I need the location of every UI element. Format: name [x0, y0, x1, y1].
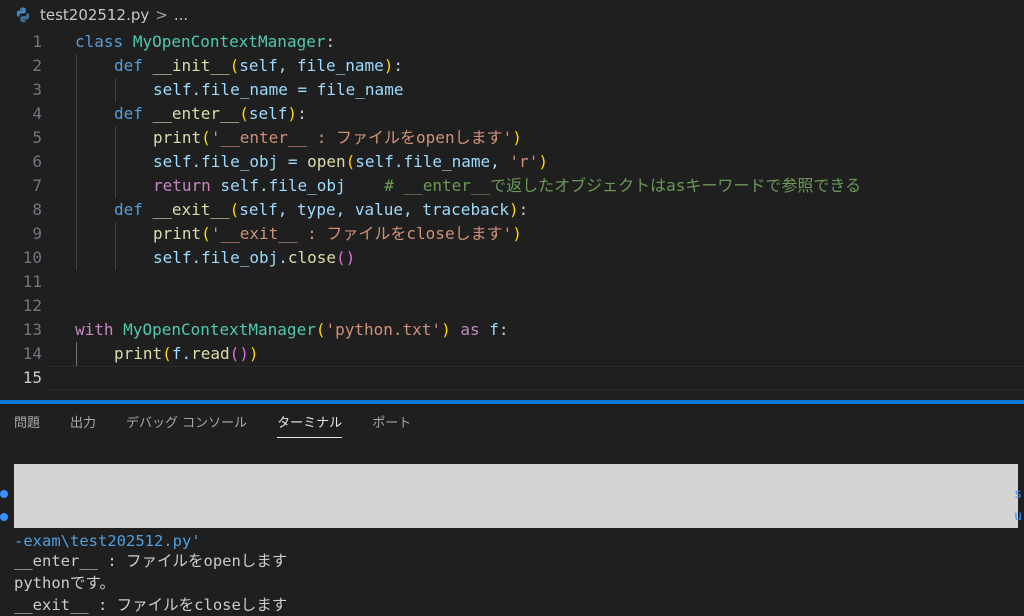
code-text: class MyOpenContextManager: [75, 32, 336, 51]
breadcrumb-file[interactable]: test202512.py [40, 6, 149, 24]
line-number: 5 [32, 128, 42, 147]
tab-output[interactable]: 出力 [70, 404, 96, 444]
line-number: 4 [32, 104, 42, 123]
code-line-14: 14 print(f.read()) [0, 342, 1024, 366]
line-number: 7 [32, 176, 42, 195]
indent-guide [76, 198, 77, 222]
code-line-9: 9 print('__exit__ : ファイルをcloseします') [0, 222, 1024, 246]
code-line-6: 6 self.file_obj = open(self.file_name, '… [0, 150, 1024, 174]
line-number: 1 [32, 32, 42, 51]
code-line-7: 7 return self.file_obj # __enter__で返したオブ… [0, 174, 1024, 198]
panel-tabs: 問題 出力 デバッグ コンソール ターミナル ポート [0, 404, 427, 444]
code-text: return self.file_obj # __enter__で返したオブジェ… [153, 176, 862, 195]
indent-guide [115, 222, 116, 246]
tab-terminal[interactable]: ターミナル [277, 404, 343, 444]
code-line-13: 13 with MyOpenContextManager('python.txt… [0, 318, 1024, 342]
indent-guide [76, 246, 77, 270]
chevron-right-icon: > [155, 6, 168, 24]
indent-guide [115, 150, 116, 174]
code-line-10: 10 self.file_obj.close() [0, 246, 1024, 270]
tab-debug-console[interactable]: デバッグ コンソール [126, 404, 247, 444]
code-text: print('__enter__ : ファイルをopenします') [153, 128, 522, 147]
code-text: self.file_name = file_name [153, 80, 404, 99]
breadcrumb: test202512.py > ... [0, 0, 1024, 30]
indent-guide [76, 342, 77, 366]
code-text: def __init__(self, file_name): [114, 56, 404, 75]
indent-guide [76, 54, 77, 78]
terminal-dot-icon [0, 513, 8, 521]
terminal-path-line: -exam\test202512.py' [14, 532, 201, 550]
code-text: print('__exit__ : ファイルをcloseします') [153, 224, 522, 243]
indent-guide [76, 126, 77, 150]
terminal-edge-char: s [1014, 487, 1022, 502]
line-number: 8 [32, 200, 42, 219]
redacted-region [14, 464, 1018, 528]
indent-guide [115, 126, 116, 150]
tab-ports[interactable]: ポート [372, 404, 411, 444]
indent-guide [76, 78, 77, 102]
code-line-15: 15 [0, 366, 1024, 390]
code-line-12: 12 [0, 294, 1024, 318]
line-number: 15 [22, 368, 42, 387]
terminal-dot-icon [0, 490, 8, 498]
code-line-4: 4 def __enter__(self): [0, 102, 1024, 126]
code-text: with MyOpenContextManager('python.txt') … [75, 320, 509, 339]
code-text: print(f.read()) [114, 344, 259, 363]
terminal-output-line: __exit__ : ファイルをcloseします [14, 596, 288, 614]
indent-guide [115, 174, 116, 198]
terminal[interactable]: s u -exam\test202512.py' __enter__ : ファイ… [0, 454, 1024, 616]
code-line-2: 2 def __init__(self, file_name): [0, 54, 1024, 78]
indent-guide [76, 222, 77, 246]
line-number: 11 [22, 272, 42, 291]
code-text: self.file_obj.close() [153, 248, 356, 267]
code-text: def __enter__(self): [114, 104, 307, 123]
code-line-8: 8 def __exit__(self, type, value, traceb… [0, 198, 1024, 222]
indent-guide [76, 102, 77, 126]
indent-guide [115, 246, 116, 270]
line-number: 12 [22, 296, 42, 315]
terminal-output-line: __enter__ : ファイルをopenします [14, 552, 288, 570]
line-number: 10 [22, 248, 42, 267]
line-number: 14 [22, 344, 42, 363]
code-line-1: 1 class MyOpenContextManager: [0, 30, 1024, 54]
current-line-highlight [48, 366, 1024, 390]
code-line-11: 11 [0, 270, 1024, 294]
indent-guide [76, 174, 77, 198]
code-text: def __exit__(self, type, value, tracebac… [114, 200, 529, 219]
tab-problems[interactable]: 問題 [14, 404, 40, 444]
line-number: 3 [32, 80, 42, 99]
terminal-output-line: pythonです。 [14, 574, 115, 592]
bottom-panel: 問題 出力 デバッグ コンソール ターミナル ポート s u -exam\tes… [0, 404, 1024, 616]
line-number: 9 [32, 224, 42, 243]
code-text: self.file_obj = open(self.file_name, 'r'… [153, 152, 548, 171]
line-number: 6 [32, 152, 42, 171]
breadcrumb-more[interactable]: ... [174, 6, 188, 24]
code-editor[interactable]: 1 class MyOpenContextManager: 2 def __in… [0, 30, 1024, 392]
line-number: 13 [22, 320, 42, 339]
line-number: 2 [32, 56, 42, 75]
indent-guide [76, 150, 77, 174]
python-icon [14, 6, 32, 24]
code-line-3: 3 self.file_name = file_name [0, 78, 1024, 102]
indent-guide [115, 78, 116, 102]
terminal-edge-char: u [1014, 509, 1022, 524]
code-line-5: 5 print('__enter__ : ファイルをopenします') [0, 126, 1024, 150]
